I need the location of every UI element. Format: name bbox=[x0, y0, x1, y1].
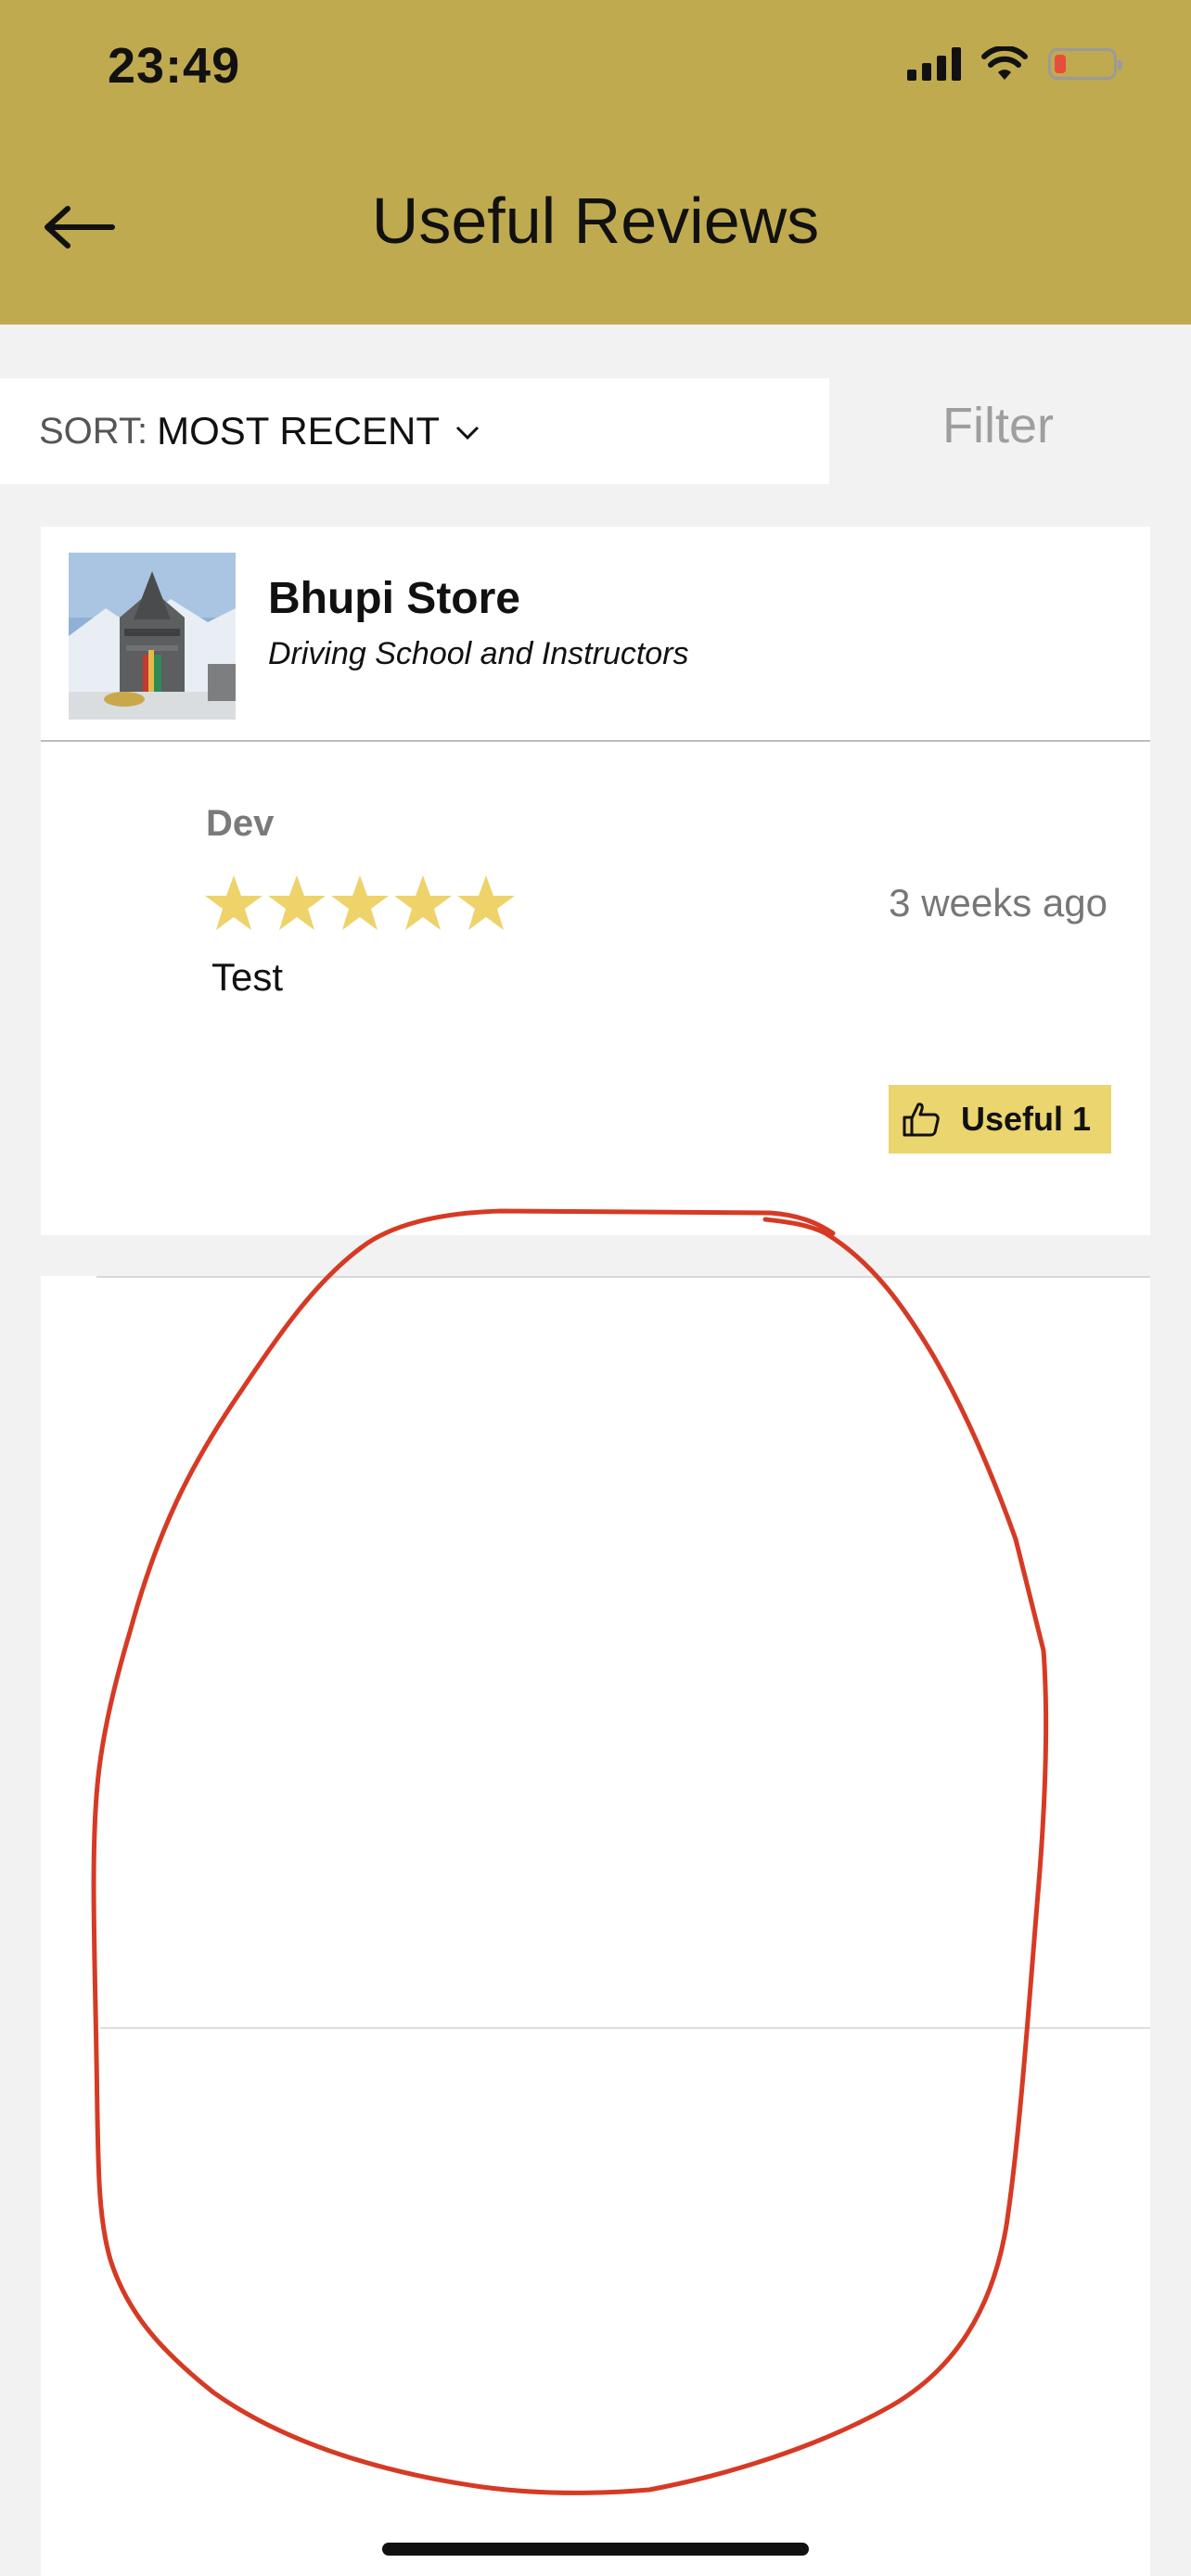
star-icon bbox=[331, 875, 389, 930]
star-icon bbox=[394, 875, 452, 930]
empty-content-area bbox=[41, 1276, 1150, 2576]
sort-prefix: SORT: bbox=[39, 410, 148, 452]
star-icon bbox=[268, 875, 326, 930]
review-text: Test bbox=[211, 955, 284, 999]
review-card: Bhupi Store Driving School and Instructo… bbox=[41, 527, 1150, 1235]
useful-label: Useful 1 bbox=[961, 1100, 1092, 1138]
reviewer-name: Dev bbox=[206, 803, 275, 844]
status-icons bbox=[907, 46, 1122, 82]
star-icon bbox=[457, 875, 515, 930]
home-indicator bbox=[382, 2543, 809, 2556]
status-time: 23:49 bbox=[108, 38, 241, 94]
sort-dropdown[interactable]: SORT: MOST RECENT bbox=[0, 378, 829, 484]
useful-button[interactable]: Useful 1 bbox=[889, 1085, 1111, 1154]
store-category: Driving School and Instructors bbox=[268, 636, 689, 671]
divider bbox=[100, 2027, 1150, 2029]
star-rating bbox=[204, 874, 516, 933]
thumbs-up-icon bbox=[903, 1103, 940, 1137]
store-thumbnail[interactable] bbox=[69, 553, 236, 720]
battery-low-icon bbox=[1048, 48, 1122, 80]
page-title: Useful Reviews bbox=[371, 185, 820, 257]
review-item: Dev 3 weeks ago Test Useful 1 bbox=[41, 742, 1150, 1235]
divider bbox=[96, 1276, 1150, 1278]
sort-value: MOST RECENT bbox=[157, 409, 440, 453]
chevron-down-icon bbox=[455, 426, 480, 440]
wifi-icon bbox=[981, 46, 1028, 80]
app-bar: 23:49 Useful Reviews bbox=[0, 0, 1191, 325]
cellular-signal-icon bbox=[907, 47, 961, 81]
review-date: 3 weeks ago bbox=[889, 881, 1108, 925]
store-name[interactable]: Bhupi Store bbox=[268, 573, 520, 624]
filter-button[interactable]: Filter bbox=[942, 397, 1054, 454]
store-header[interactable]: Bhupi Store Driving School and Instructo… bbox=[41, 527, 1150, 742]
star-icon bbox=[205, 875, 263, 930]
